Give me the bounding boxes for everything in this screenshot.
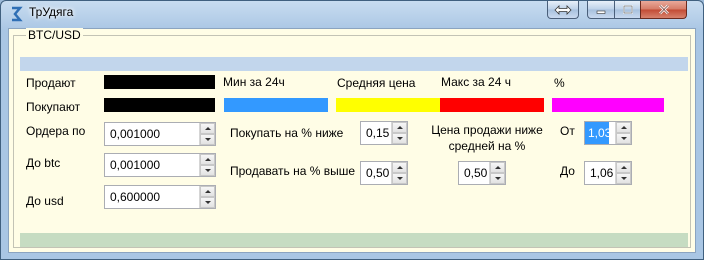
minimize-button[interactable] xyxy=(587,1,615,19)
label-avg: Средняя цена xyxy=(337,76,416,90)
client-area: BTC/USD Продают Мин за 24ч Средняя цена … xyxy=(8,28,696,253)
arrow-down-icon xyxy=(204,138,211,141)
arrow-down-icon xyxy=(620,177,627,180)
arrow-up-icon xyxy=(204,158,211,161)
close-button[interactable] xyxy=(640,1,687,19)
to-btc-up-button[interactable] xyxy=(200,154,215,165)
to-usd-input[interactable] xyxy=(105,186,199,208)
to-down-button[interactable] xyxy=(616,173,631,184)
group-title: BTC/USD xyxy=(26,28,83,42)
bottom-band xyxy=(20,233,688,247)
label-to-usd: До usd xyxy=(26,194,64,208)
app-icon xyxy=(12,6,23,22)
buy-lower-input[interactable] xyxy=(361,122,391,144)
arrow-up-icon xyxy=(620,166,627,169)
arrow-up-icon xyxy=(396,126,403,129)
buy-lower-up-button[interactable] xyxy=(392,122,407,133)
orders-by-down-button[interactable] xyxy=(200,134,215,145)
sell-price-below-avg-input[interactable] xyxy=(459,162,489,184)
label-orders-by: Ордера по xyxy=(26,124,86,138)
close-icon xyxy=(658,4,669,15)
swatch-max24 xyxy=(440,98,544,112)
label-to-btc: До btc xyxy=(26,156,61,170)
buy-lower-spinner[interactable] xyxy=(360,121,408,145)
label-percent: % xyxy=(554,76,565,90)
buy-lower-down-button[interactable] xyxy=(392,133,407,144)
sell-bar xyxy=(104,75,215,89)
minimize-icon xyxy=(596,10,606,14)
label-buy: Покупают xyxy=(26,100,81,114)
arrow-up-icon xyxy=(620,126,627,129)
from-input[interactable] xyxy=(585,122,615,144)
orders-by-input[interactable] xyxy=(105,123,199,145)
label-to: До xyxy=(560,164,575,178)
to-usd-up-button[interactable] xyxy=(200,186,215,197)
label-min24: Мин за 24ч xyxy=(223,75,285,89)
swatch-percent xyxy=(552,98,664,112)
arrow-down-icon xyxy=(494,177,501,180)
to-btc-spinner[interactable] xyxy=(104,153,216,177)
orders-by-spinner[interactable] xyxy=(104,122,216,146)
arrow-down-icon xyxy=(620,137,627,140)
label-sell-higher: Продавать на % выше xyxy=(230,164,356,178)
orders-by-up-button[interactable] xyxy=(200,123,215,134)
double-arrow-icon xyxy=(554,4,572,15)
label-from: От xyxy=(560,124,575,138)
arrow-down-icon xyxy=(204,169,211,172)
to-usd-down-button[interactable] xyxy=(200,197,215,208)
main-window: ТрУдяга BTC/USD Продают Мин за 24ч Средн… xyxy=(0,0,704,260)
label-sell-price-line2: средней на % xyxy=(448,139,526,153)
label-sell-price-line1: Цена продажи ниже xyxy=(431,123,543,137)
label-sell: Продают xyxy=(26,76,76,90)
label-max24: Макс за 24 ч xyxy=(441,75,511,89)
group-btc-usd: BTC/USD Продают Мин за 24ч Средняя цена … xyxy=(13,28,691,248)
maximize-button[interactable] xyxy=(614,1,641,19)
sell-price-below-avg-down-button[interactable] xyxy=(490,173,505,184)
arrow-up-icon xyxy=(494,166,501,169)
to-btc-input[interactable] xyxy=(105,154,199,176)
arrow-down-icon xyxy=(396,137,403,140)
to-spinner[interactable] xyxy=(584,161,632,185)
sell-higher-spinner[interactable] xyxy=(360,161,408,185)
sell-price-below-avg-spinner[interactable] xyxy=(458,161,506,185)
from-down-button[interactable] xyxy=(616,133,631,144)
to-input[interactable] xyxy=(585,162,615,184)
arrow-up-icon xyxy=(204,127,211,130)
label-sell-price-below-avg: Цена продажи ниже средней на % xyxy=(422,122,552,154)
arrow-down-icon xyxy=(204,201,211,204)
label-buy-lower: Покупать на % ниже xyxy=(230,126,344,140)
sell-price-below-avg-up-button[interactable] xyxy=(490,162,505,173)
sell-higher-input[interactable] xyxy=(361,162,391,184)
from-spinner[interactable] xyxy=(584,121,632,145)
to-btc-down-button[interactable] xyxy=(200,165,215,176)
to-up-button[interactable] xyxy=(616,162,631,173)
buy-bar xyxy=(104,98,215,112)
top-band xyxy=(20,57,688,71)
to-usd-spinner[interactable] xyxy=(104,185,216,209)
maximize-icon xyxy=(622,5,633,14)
swatch-min24 xyxy=(224,98,328,112)
sell-higher-down-button[interactable] xyxy=(392,173,407,184)
from-up-button[interactable] xyxy=(616,122,631,133)
title-bar[interactable]: ТрУдяга xyxy=(1,1,703,27)
sell-higher-up-button[interactable] xyxy=(392,162,407,173)
swatch-avg xyxy=(336,98,440,112)
window-title: ТрУдяга xyxy=(29,5,74,19)
arrow-down-icon xyxy=(396,177,403,180)
double-arrow-button[interactable] xyxy=(547,1,579,19)
arrow-up-icon xyxy=(396,166,403,169)
arrow-up-icon xyxy=(204,190,211,193)
